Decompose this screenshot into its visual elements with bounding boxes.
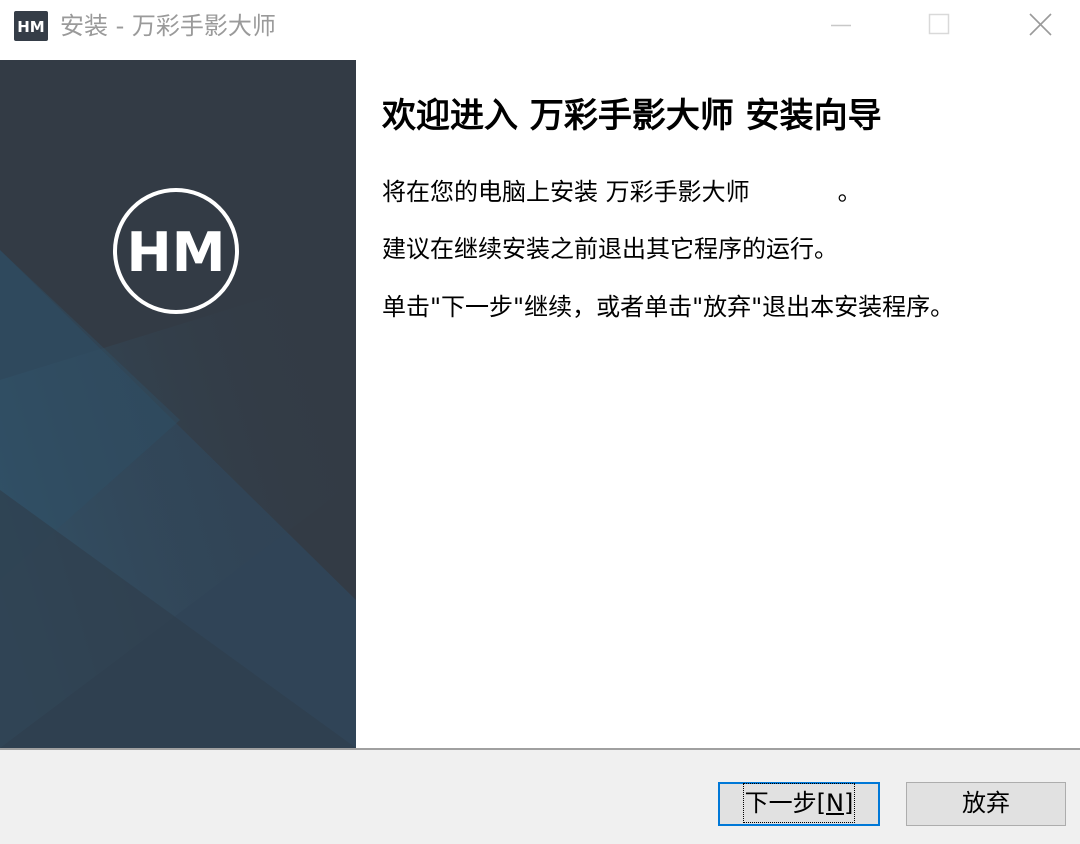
banner-background	[0, 60, 356, 748]
next-button[interactable]: 下一步[N]	[718, 782, 880, 826]
instructions-text: 单击"下一步"继续，或者单击"放弃"退出本安装程序。	[382, 293, 955, 321]
next-accel-open: [	[816, 789, 827, 817]
next-accel-key: N	[826, 789, 844, 817]
install-target-prefix: 将在您的电脑上安装 万彩手影大师	[382, 178, 750, 206]
page-title: 欢迎进入 万彩手影大师 安装向导	[382, 96, 882, 136]
minimize-button[interactable]	[811, 0, 871, 50]
maximize-button[interactable]	[910, 0, 970, 50]
maximize-icon	[928, 13, 950, 35]
window-title: 安装 - 万彩手影大师	[60, 12, 276, 40]
side-banner: HM	[0, 60, 356, 748]
install-target-text: 将在您的电脑上安装 万彩手影大师 。	[382, 176, 862, 208]
minimize-icon	[831, 24, 851, 27]
installer-window: HM 安装 - 万彩手影大师 HM 欢迎进入 万彩手影大师 安装向导 将在您的电…	[0, 0, 1080, 844]
next-button-label: 下一步	[744, 789, 817, 817]
close-programs-text: 建议在继续安装之前退出其它程序的运行。	[382, 235, 838, 263]
logo-text: HM	[127, 221, 226, 284]
button-bar: 下一步[N] 放弃	[0, 750, 1080, 844]
close-button[interactable]	[1010, 0, 1070, 50]
hm-logo: HM	[112, 187, 240, 315]
next-accel-close: ]	[843, 789, 854, 817]
next-button-content: 下一步[N]	[742, 783, 856, 823]
hm-logo-icon: HM	[14, 11, 48, 41]
close-icon	[1029, 13, 1052, 36]
welcome-content: 欢迎进入 万彩手影大师 安装向导 将在您的电脑上安装 万彩手影大师 。 建议在继续…	[356, 60, 1080, 748]
title-bar[interactable]: HM 安装 - 万彩手影大师	[0, 0, 1080, 52]
install-target-suffix: 。	[837, 178, 862, 206]
cancel-button[interactable]: 放弃	[906, 782, 1066, 826]
svg-text:HM: HM	[17, 18, 44, 36]
